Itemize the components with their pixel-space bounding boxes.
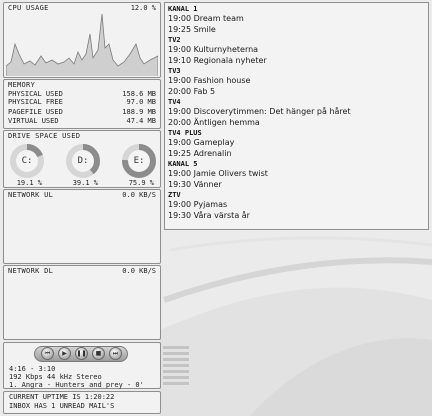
uptime-text: CURRENT UPTIME IS 1:20:22 [9,393,115,401]
drive-letter: E: [133,156,145,166]
memory-row-label: PHYSICAL FREE [8,98,63,106]
drive-gauge-c: C: [9,143,45,179]
memory-row-label: PHYSICAL USED [8,90,63,98]
tv-program[interactable]: 19:00 Pyjamas [168,199,425,210]
memory-row-value: 47.4 MB [126,117,156,125]
network-upload-panel: NETWORK UL 0.0 KB/S [3,189,161,264]
next-button[interactable]: ⏭ [109,347,122,360]
cpu-usage-value: 12.0 % [130,4,156,12]
tv-channel: TV2 19:00 Kulturnyheterna 19:10 Regional… [168,36,425,66]
memory-row: PAGEFILE USED 188.9 MB [8,108,156,116]
drive-space-title: DRIVE SPACE USED [8,132,81,140]
drive-gauge-d: D: [65,143,101,179]
network-download-value: 0.0 KB/S [122,267,156,275]
memory-row-value: 97.0 MB [126,98,156,106]
tv-program[interactable]: 20:00 Äntligen hemma [168,117,425,128]
memory-panel: MEMORY PHYSICAL USED 158.6 MB PHYSICAL F… [3,79,161,129]
media-time: 4:16 - 3:10 [9,365,56,373]
tv-program[interactable]: 19:30 Vänner [168,179,425,190]
tv-channel: KANAL 1 19:00 Dream team 19:25 Smile [168,5,425,35]
tv-channel: TV3 19:00 Fashion house 20:00 Fab 5 [168,67,425,97]
tv-channel: TV4 19:00 Discoverytimmen: Det hänger på… [168,98,425,128]
mail-status-text[interactable]: INBOX HAS 1 UNREAD MAIL'S [9,402,114,410]
cpu-usage-graph [6,14,158,76]
tv-program[interactable]: 19:00 Jamie Olivers twist [168,168,425,179]
stop-button[interactable]: ■ [92,347,105,360]
tv-channel: KANAL 5 19:00 Jamie Olivers twist 19:30 … [168,160,425,190]
drive-letter: D: [77,156,89,166]
memory-row-label: VIRTUAL USED [8,117,59,125]
memory-row-value: 158.6 MB [122,90,156,98]
tv-program[interactable]: 19:30 Våra värsta år [168,210,425,221]
tv-program[interactable]: 19:00 Dream team [168,13,425,24]
tv-channel-name: TV4 [168,98,181,106]
drive-percent: 39.1 % [72,179,98,187]
drive-letter: C: [21,156,33,166]
play-button[interactable]: ▶ [58,347,71,360]
tv-program[interactable]: 19:10 Regionala nyheter [168,55,425,66]
tv-channel-name: TV2 [168,36,181,44]
media-player-panel: ⏮ ▶ ❚❚ ■ ⏭ 4:16 - 3:10 192 Kbps 44 kHz S… [3,342,161,389]
tv-channel: TV4 Plus 19:00 Gameplay 19:25 Adrenalin [168,129,425,159]
tv-program[interactable]: 19:25 Adrenalin [168,148,425,159]
tv-channel: ZTV 19:00 Pyjamas 19:30 Våra värsta år [168,191,425,221]
next-icon: ⏭ [112,350,119,357]
network-upload-value: 0.0 KB/S [122,191,156,199]
media-format: 192 Kbps 44 kHz Stereo [9,373,102,381]
tv-program[interactable]: 19:00 Fashion house [168,75,425,86]
prev-button[interactable]: ⏮ [41,347,54,360]
drive-space-panel: DRIVE SPACE USED C: 19.1 % D: 39.1 % E: … [3,130,161,188]
tv-channel-name: KANAL 1 [168,5,198,13]
drive-percent: 75.9 % [128,179,154,187]
tv-channel-name: ZTV [168,191,181,199]
memory-row-value: 188.9 MB [122,108,156,116]
tv-program[interactable]: 19:00 Discoverytimmen: Det hänger på hår… [168,106,425,117]
memory-row-label: PAGEFILE USED [8,108,63,116]
media-track: 1. Angra - Hunters and prey - 0' [9,381,144,389]
status-panel: CURRENT UPTIME IS 1:20:22 INBOX HAS 1 UN… [3,391,161,414]
network-download-title: NETWORK DL [8,267,54,275]
tv-channel-name: KANAL 5 [168,160,198,168]
memory-row: PHYSICAL USED 158.6 MB [8,90,156,98]
prev-icon: ⏮ [44,350,51,357]
tv-channel-name: TV3 [168,67,181,75]
tv-program[interactable]: 19:00 Gameplay [168,137,425,148]
drive-gauge-e: E: [121,143,157,179]
cpu-usage-title: CPU USAGE [8,4,49,12]
tv-guide-panel: KANAL 1 19:00 Dream team 19:25 Smile TV2… [164,2,429,230]
network-upload-title: NETWORK UL [8,191,54,199]
play-icon: ▶ [62,350,67,357]
cpu-usage-panel: CPU USAGE 12.0 % [3,2,161,78]
audio-visualizer [163,346,189,385]
stop-icon: ■ [95,350,102,357]
memory-row: PHYSICAL FREE 97.0 MB [8,98,156,106]
pause-button[interactable]: ❚❚ [75,347,88,360]
memory-title: MEMORY [8,81,36,89]
memory-row: VIRTUAL USED 47.4 MB [8,117,156,125]
tv-program[interactable]: 19:25 Smile [168,24,425,35]
tv-program[interactable]: 20:00 Fab 5 [168,86,425,97]
pause-icon: ❚❚ [76,350,87,357]
tv-program[interactable]: 19:00 Kulturnyheterna [168,44,425,55]
drive-percent: 19.1 % [16,179,42,187]
network-download-panel: NETWORK DL 0.0 KB/S [3,265,161,340]
tv-channel-name: TV4 Plus [168,129,202,137]
